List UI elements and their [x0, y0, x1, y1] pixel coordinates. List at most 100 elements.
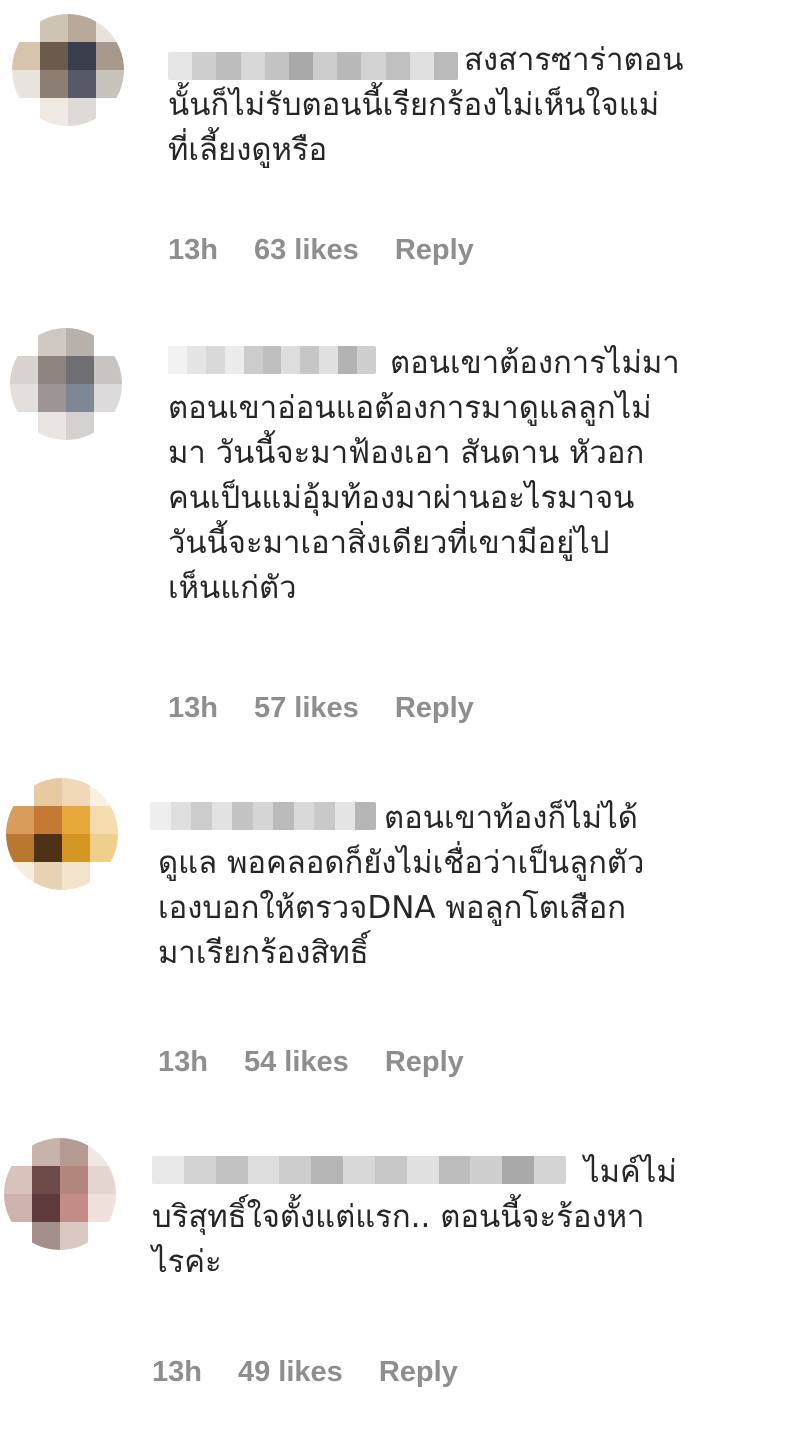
- avatar-pixel: [10, 328, 38, 356]
- comment-text: ตอนเขาต้องการไม่มาตอนเขาอ่อนแอต้องการมาด…: [168, 341, 680, 611]
- comment-text-line: เห็นแก่ตัว: [168, 570, 297, 606]
- comment-text: สงสารซาร่าตอนนั้นก็ไม่รับตอนนี้เรียกร้อง…: [168, 38, 683, 173]
- reply-button[interactable]: Reply: [385, 1046, 464, 1079]
- comment-time: 13h: [168, 692, 218, 724]
- avatar-pixel: [6, 778, 34, 806]
- avatar-pixel: [66, 356, 94, 384]
- avatar-pixel: [88, 1194, 116, 1222]
- avatar-pixel: [62, 806, 90, 834]
- comment-text-line: ไมค์ไม่: [584, 1154, 677, 1190]
- avatar-pixel: [60, 1138, 88, 1166]
- avatar-pixel: [12, 70, 40, 98]
- avatar-pixel: [10, 412, 38, 440]
- comment-text-line: เองบอกให้ตรวจDNA พอลูกโตเสือก: [158, 890, 626, 926]
- reply-button[interactable]: Reply: [395, 234, 474, 267]
- avatar-pixel: [88, 1138, 116, 1166]
- avatar-pixel: [6, 834, 34, 862]
- comment-time: 13h: [152, 1356, 202, 1388]
- avatar-pixel: [34, 778, 62, 806]
- avatar-pixel: [60, 1222, 88, 1250]
- avatar-pixel: [88, 1166, 116, 1194]
- comment-text-line: ตอนเขาต้องการไม่มา: [390, 345, 680, 381]
- avatar-pixel: [10, 384, 38, 412]
- comment-meta: 13h 54 likes Reply: [158, 1046, 500, 1079]
- reply-button[interactable]: Reply: [395, 692, 474, 725]
- avatar-pixel: [62, 862, 90, 890]
- avatar-pixel: [12, 42, 40, 70]
- avatar-pixel: [38, 356, 66, 384]
- avatar[interactable]: [4, 1138, 116, 1250]
- avatar-pixel: [94, 412, 122, 440]
- comment-text-line: ดูแล พอคลอดก็ยังไม่เชื่อว่าเป็นลูกตัว: [158, 845, 645, 881]
- comment-meta: 13h 63 likes Reply: [168, 234, 510, 267]
- avatar-pixel: [60, 1166, 88, 1194]
- avatar-pixel: [90, 862, 118, 890]
- avatar-pixel: [90, 806, 118, 834]
- avatar-pixel: [38, 384, 66, 412]
- comment-text: ไมค์ไม่บริสุทธิ์ใจตั้งแต่แรก.. ตอนนี้จะร…: [152, 1150, 677, 1285]
- avatar-pixel: [68, 70, 96, 98]
- comment-meta: 13h 57 likes Reply: [168, 692, 510, 725]
- comment-time: 13h: [168, 234, 218, 266]
- avatar-pixel: [90, 834, 118, 862]
- comment-text-line: วันนี้จะมาเอาสิ่งเดียวที่เขามีอยู่ไป: [168, 525, 610, 561]
- avatar-pixel: [34, 834, 62, 862]
- avatar-pixel: [96, 98, 124, 126]
- comment-text-line: ไรค่ะ: [152, 1244, 222, 1280]
- avatar[interactable]: [12, 14, 124, 126]
- comment-text-line: นั้นก็ไม่รับตอนนี้เรียกร้องไม่เห็นใจแม่: [168, 87, 660, 123]
- avatar-pixel: [32, 1166, 60, 1194]
- comment-text-line: ตอนเขาอ่อนแอต้องการมาดูแลลูกไม่: [168, 390, 652, 426]
- avatar-pixel: [32, 1222, 60, 1250]
- avatar[interactable]: [10, 328, 122, 440]
- avatar-pixel: [40, 98, 68, 126]
- avatar-pixel: [4, 1194, 32, 1222]
- avatar-pixel: [62, 834, 90, 862]
- avatar-pixel: [4, 1138, 32, 1166]
- avatar-pixel: [12, 98, 40, 126]
- avatar-pixel: [96, 42, 124, 70]
- avatar-pixel: [94, 328, 122, 356]
- avatar-pixel: [32, 1138, 60, 1166]
- comment-text-line: มาเรียกร้องสิทธิ์: [158, 935, 369, 971]
- comment-likes[interactable]: 49 likes: [238, 1356, 343, 1389]
- avatar-pixel: [88, 1222, 116, 1250]
- avatar-pixel: [32, 1194, 60, 1222]
- comment-text: ตอนเขาท้องก็ไม่ได้ดูแล พอคลอดก็ยังไม่เชื…: [158, 796, 644, 976]
- comment-text-line: คนเป็นแม่อุ้มท้องมาผ่านอะไรมาจน: [168, 480, 635, 516]
- avatar-pixel: [40, 14, 68, 42]
- comment-likes[interactable]: 54 likes: [244, 1046, 349, 1079]
- comment-likes[interactable]: 57 likes: [254, 692, 359, 725]
- avatar-pixel: [62, 778, 90, 806]
- comment-text-line: บริสุทธิ์ใจตั้งแต่แรก.. ตอนนี้จะร้องหา: [152, 1199, 645, 1235]
- comment-text-line: ตอนเขาท้องก็ไม่ได้: [384, 800, 638, 836]
- comment-text-line: มา วันนี้จะมาฟ้องเอา สันดาน หัวอก: [168, 435, 645, 471]
- avatar-pixel: [4, 1166, 32, 1194]
- comment-text-line: สงสารซาร่าตอน: [464, 42, 684, 78]
- avatar-pixel: [34, 806, 62, 834]
- avatar-pixel: [38, 328, 66, 356]
- avatar-pixel: [12, 14, 40, 42]
- avatar-pixel: [40, 42, 68, 70]
- avatar-pixel: [4, 1222, 32, 1250]
- avatar-pixel: [60, 1194, 88, 1222]
- avatar-pixel: [66, 328, 94, 356]
- avatar-pixel: [94, 384, 122, 412]
- avatar-pixel: [68, 98, 96, 126]
- avatar-pixel: [90, 778, 118, 806]
- avatar-pixel: [68, 42, 96, 70]
- comment-likes[interactable]: 63 likes: [254, 234, 359, 267]
- avatar-pixel: [6, 862, 34, 890]
- avatar-pixel: [96, 14, 124, 42]
- avatar-pixel: [40, 70, 68, 98]
- avatar-pixel: [96, 70, 124, 98]
- avatar-pixel: [34, 862, 62, 890]
- comment-meta: 13h 49 likes Reply: [152, 1356, 494, 1389]
- comment-time: 13h: [158, 1046, 208, 1078]
- avatar-pixel: [66, 412, 94, 440]
- reply-button[interactable]: Reply: [379, 1356, 458, 1389]
- avatar[interactable]: [6, 778, 118, 890]
- comment-text-line: ที่เลี้ยงดูหรือ: [168, 132, 328, 168]
- avatar-pixel: [38, 412, 66, 440]
- avatar-pixel: [10, 356, 38, 384]
